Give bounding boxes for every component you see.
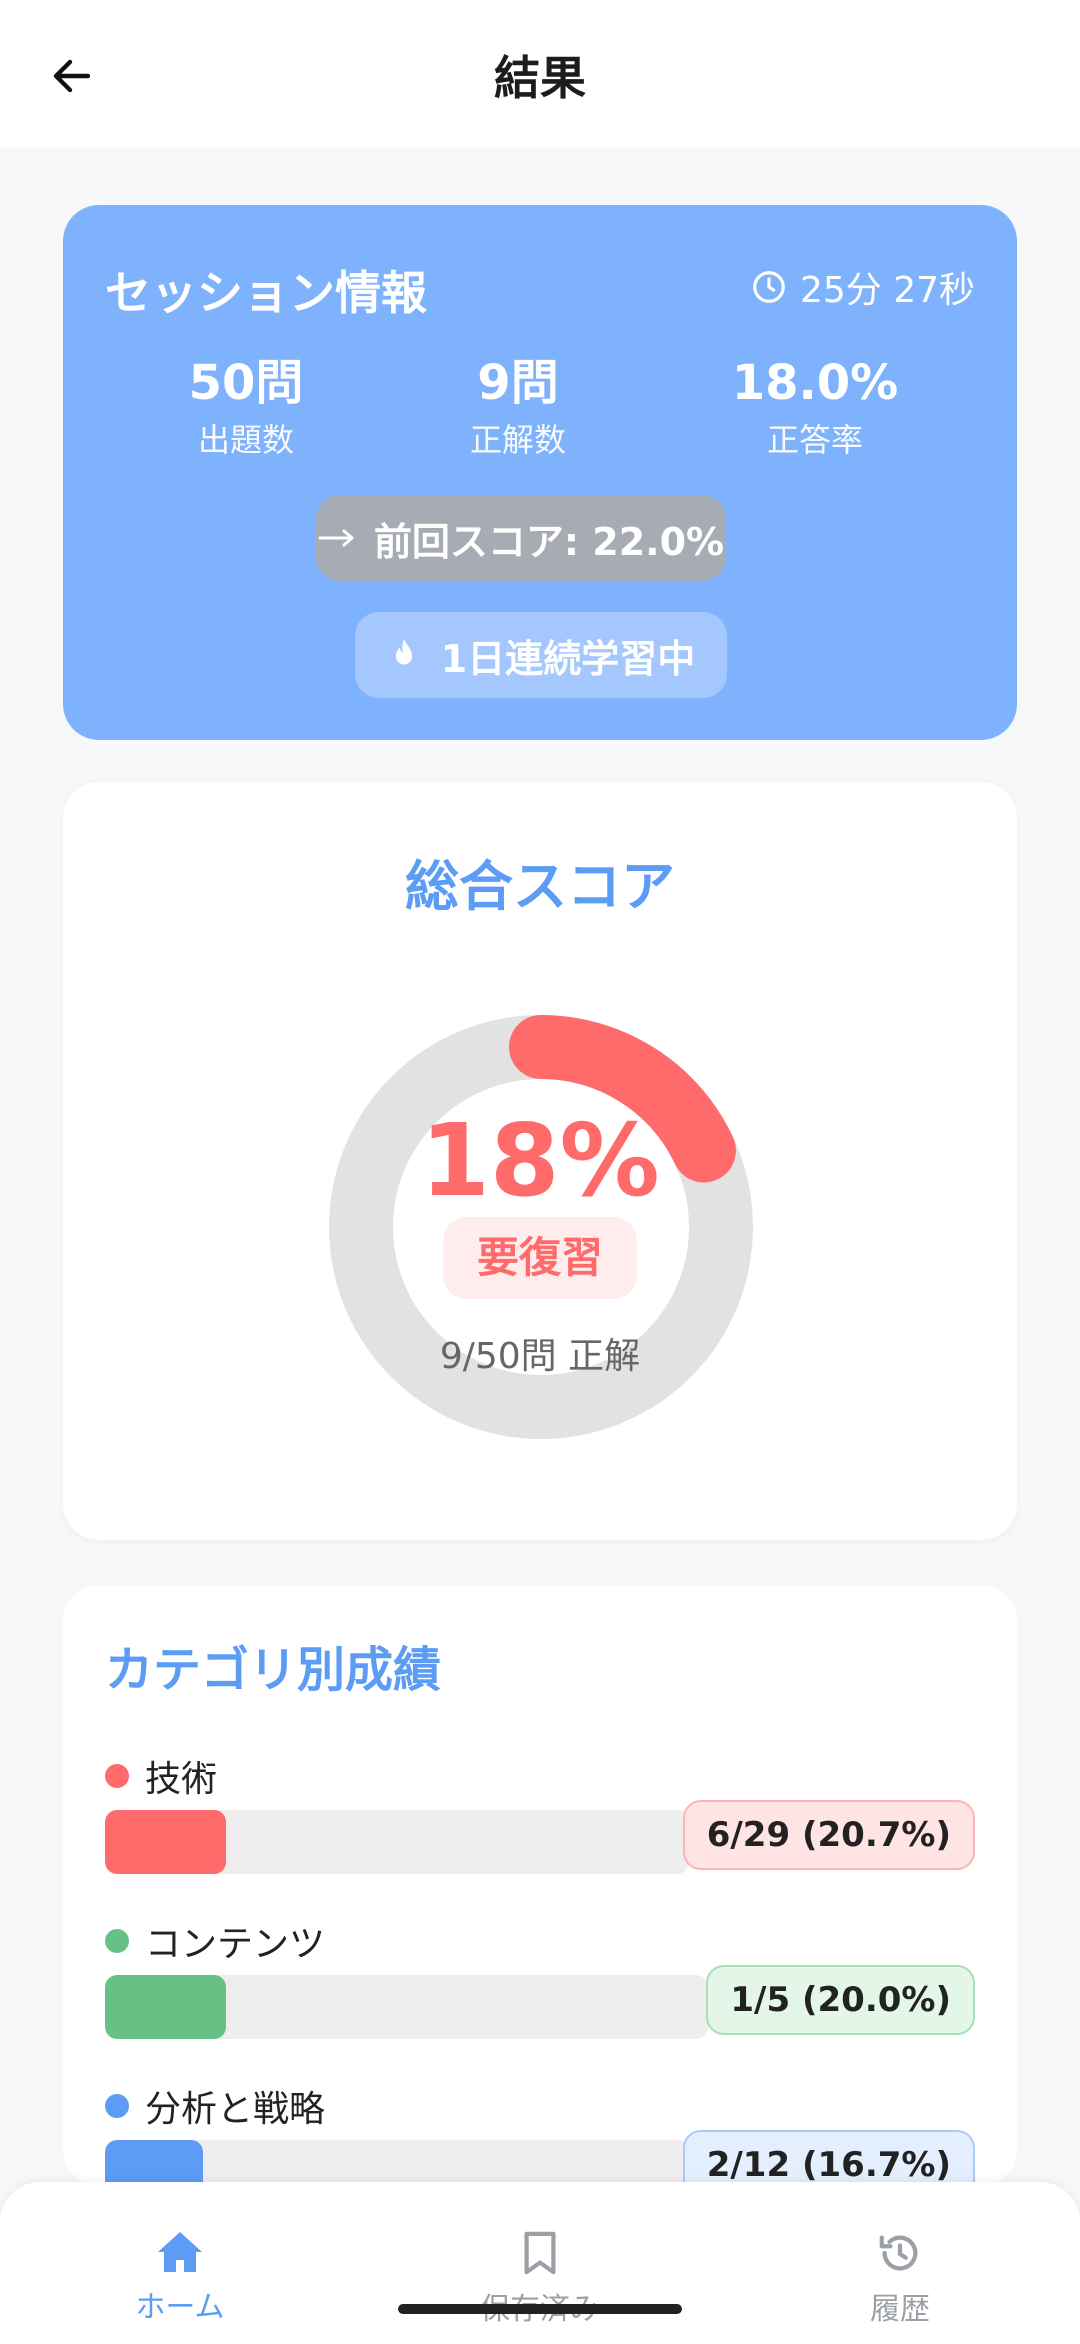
nav-home[interactable]: ホーム (80, 2230, 280, 2326)
streak-chip: 1日連続学習中 (355, 612, 727, 698)
category-dot-icon (105, 2094, 129, 2118)
category-dot-icon (105, 1764, 129, 1788)
previous-score-chip: 前回スコア: 22.0% (316, 495, 726, 581)
stat-value: 18.0% (731, 355, 899, 411)
home-icon (158, 2232, 202, 2272)
fire-icon (395, 638, 412, 665)
category-title: カテゴリ別成績 (105, 1642, 442, 1698)
nav-history-label: 履歴 (870, 2292, 930, 2327)
category-name: 技術 (145, 1759, 218, 1800)
stat-label: 正答率 (766, 421, 863, 459)
category-label: 分析と戦略 (105, 2080, 325, 2132)
page-title: 結果 (494, 51, 586, 105)
overall-score-card: 総合スコア 18% 要復習 9/50問 正解 (63, 782, 1017, 1540)
category-bar-fill (105, 1975, 226, 2039)
streak-text: 1日連続学習中 (440, 636, 696, 681)
score-status-badge: 要復習 (443, 1217, 637, 1299)
category-label: コンテンツ (105, 1915, 325, 1967)
category-bar-track (105, 1810, 689, 1874)
arrow-right-icon (318, 529, 354, 547)
stat-value: 50問 (188, 355, 304, 411)
session-duration: 25分 27秒 (750, 261, 975, 313)
score-title: 総合スコア (405, 855, 675, 918)
nav-history[interactable]: 履歴 (800, 2230, 1000, 2328)
app-bar: 結果 (0, 0, 1080, 148)
category-row-content: コンテンツ 1/5 (20.0%) (105, 1915, 975, 2055)
bookmark-icon (524, 2231, 556, 2275)
category-bar-fill (105, 1810, 226, 1874)
category-name: コンテンツ (145, 1924, 326, 1965)
stat-label: 正解数 (469, 421, 566, 459)
category-label: 技術 (105, 1750, 217, 1802)
session-info-card: セッション情報 25分 27秒 50問 出題数 9問 正解数 18.0% 正答率… (63, 205, 1017, 740)
nav-home-label: ホーム (135, 2290, 225, 2325)
score-percent: 18% (420, 1102, 660, 1219)
bottom-navigation: ホーム 保存済み 履歴 (0, 2182, 1080, 2344)
category-row-tech: 技術 6/29 (20.7%) (105, 1750, 975, 1890)
session-time-text: 25分 27秒 (799, 270, 975, 311)
previous-score-text: 前回スコア: 22.0% (373, 519, 725, 564)
category-result-pill: 6/29 (20.7%) (682, 1800, 975, 1870)
home-indicator (398, 2304, 682, 2314)
category-dot-icon (105, 1929, 129, 1953)
stat-label: 出題数 (197, 421, 294, 459)
clock-icon (753, 271, 785, 303)
category-result-pill: 1/5 (20.0%) (706, 1965, 975, 2035)
stat-accuracy: 18.0% 正答率 (675, 355, 955, 461)
stat-value: 9問 (477, 355, 559, 411)
score-correct-count: 9/50問 正解 (439, 1336, 641, 1377)
stat-correct: 9問 正解数 (378, 355, 658, 461)
session-title: セッション情報 (105, 266, 427, 320)
category-name: 分析と戦略 (145, 2089, 326, 2130)
history-icon (879, 2235, 918, 2271)
category-results-card: カテゴリ別成績 技術 6/29 (20.7%) コンテンツ 1/5 (20.0%… (63, 1585, 1017, 2204)
category-bar-track (105, 1975, 708, 2039)
stat-questions: 50問 出題数 (106, 355, 386, 461)
